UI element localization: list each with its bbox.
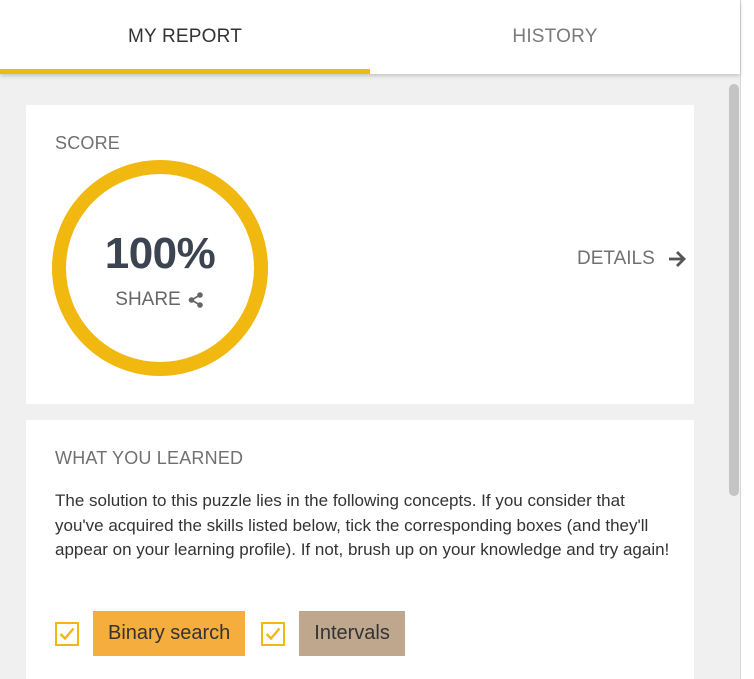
report-content: SCORE 100% SHARE DETAILS WHAT YOU LEARNE… — [0, 74, 740, 679]
skill-tag-intervals: Intervals — [299, 611, 405, 656]
tab-my-report[interactable]: MY REPORT — [0, 0, 370, 74]
scrollbar-thumb[interactable] — [729, 84, 739, 496]
checkmark-icon — [265, 627, 281, 640]
tab-history[interactable]: HISTORY — [370, 0, 740, 74]
score-heading: SCORE — [55, 133, 121, 153]
tab-bar: MY REPORT HISTORY — [0, 0, 740, 74]
share-label: SHARE — [115, 289, 181, 310]
checkmark-icon — [59, 627, 75, 640]
active-tab-indicator — [0, 69, 370, 74]
learned-heading: WHAT YOU LEARNED — [55, 448, 244, 468]
score-value: 100% — [104, 229, 216, 278]
share-button[interactable]: SHARE — [51, 289, 269, 311]
learned-description: The solution to this puzzle lies in the … — [55, 491, 670, 559]
score-card: SCORE 100% SHARE DETAILS — [26, 105, 694, 404]
share-icon — [188, 292, 203, 308]
learned-card: WHAT YOU LEARNED The solution to this pu… — [26, 420, 694, 679]
skill-checkbox-binary-search[interactable] — [55, 621, 79, 646]
skill-label: Binary search — [108, 622, 231, 644]
tab-history-label: HISTORY — [512, 26, 598, 47]
tab-my-report-label: MY REPORT — [127, 26, 243, 47]
details-label: DETAILS — [577, 248, 655, 269]
skill-tag-binary-search: Binary search — [93, 611, 246, 656]
report-panel: MY REPORT HISTORY SCORE 100% SHARE DETAI… — [0, 0, 754, 679]
window-edge — [740, 0, 754, 679]
skill-checkbox-intervals[interactable] — [261, 621, 286, 646]
arrow-right-icon — [668, 251, 686, 267]
skill-label: Intervals — [314, 622, 390, 644]
skills-list: Binary search Intervals — [55, 611, 405, 656]
details-link[interactable]: DETAILS — [577, 248, 687, 270]
